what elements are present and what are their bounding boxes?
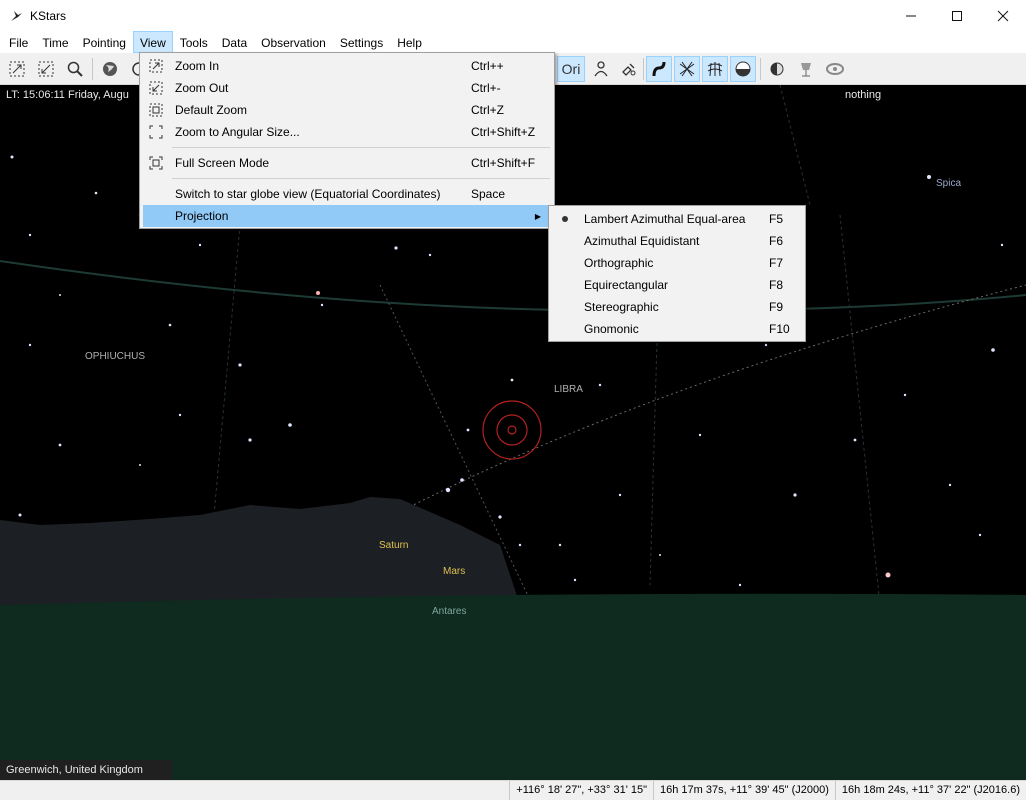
- menu-data[interactable]: Data: [215, 31, 254, 53]
- zoom-in-icon: [148, 58, 164, 74]
- menu-item-projection-orthographic[interactable]: Orthographic F7: [552, 252, 802, 274]
- zoom-fit-button[interactable]: [4, 56, 30, 82]
- altaz-coordinates: +116° 18' 27", +33° 31' 15": [509, 780, 653, 800]
- search-icon: [67, 61, 83, 77]
- zoom-angular-icon: [148, 124, 164, 140]
- toolbar-separator: [760, 58, 761, 80]
- equatorial-grid-button[interactable]: [674, 56, 700, 82]
- geographic-location-readout: Greenwich, United Kingdom: [0, 760, 172, 780]
- menu-separator: [172, 178, 550, 179]
- focus-object-readout: nothing: [845, 89, 882, 101]
- satellite-button[interactable]: [616, 56, 642, 82]
- projection-submenu: Lambert Azimuthal Equal-area F5 Azimutha…: [548, 205, 806, 342]
- menu-observation[interactable]: Observation: [254, 31, 333, 53]
- planet-label-saturn: Saturn: [379, 540, 409, 551]
- globe-icon: [103, 62, 117, 76]
- ori-label: Ori: [561, 61, 581, 77]
- menu-time[interactable]: Time: [35, 31, 75, 53]
- star-label-spica: Spica: [936, 178, 962, 189]
- menu-item-projection-azimuthal[interactable]: Azimuthal Equidistant F6: [552, 230, 802, 252]
- horizontal-grid-icon: [707, 62, 723, 77]
- toolbar-separator: [92, 58, 93, 80]
- galaxy-button[interactable]: [822, 56, 848, 82]
- view-menu: Zoom In Ctrl++ Zoom Out Ctrl+- Default Z…: [139, 52, 555, 229]
- observing-list-icon: [770, 62, 784, 76]
- telescope-button[interactable]: [793, 56, 819, 82]
- globe-button[interactable]: [97, 56, 123, 82]
- person-icon: [594, 61, 608, 77]
- menu-item-zoom-in[interactable]: Zoom In Ctrl++: [143, 55, 551, 77]
- menu-item-projection-lambert[interactable]: Lambert Azimuthal Equal-area F5: [552, 208, 802, 230]
- jnow-coordinates: 16h 18m 24s, +11° 37' 22" (J2016.6): [834, 780, 1026, 800]
- ground-button[interactable]: [730, 56, 756, 82]
- menu-pointing[interactable]: Pointing: [76, 31, 133, 53]
- menu-file[interactable]: File: [2, 31, 35, 53]
- constellation-label-libra: LIBRA: [554, 384, 583, 395]
- constellation-label-ophiuchus: OPHIUCHUS: [85, 351, 146, 362]
- planet-label-mars: Mars: [443, 566, 466, 577]
- galaxy-icon: [826, 63, 844, 75]
- equatorial-grid-icon: [679, 61, 695, 77]
- window-title: KStars: [30, 8, 67, 23]
- menu-item-projection-stereographic[interactable]: Stereographic F9: [552, 296, 802, 318]
- menu-separator: [172, 147, 550, 148]
- maximize-button[interactable]: [934, 0, 980, 31]
- milky-way-button[interactable]: [646, 56, 672, 82]
- zoom-default-icon: [148, 102, 164, 118]
- star-label-antares: Antares: [432, 606, 467, 617]
- menu-bar: File Time Pointing View Tools Data Obser…: [0, 31, 1026, 53]
- title-bar: KStars: [0, 0, 1026, 31]
- telescope-icon: [801, 63, 811, 77]
- zoom-out-icon: [148, 80, 164, 96]
- person-button[interactable]: [588, 56, 614, 82]
- submenu-arrow-icon: ▶: [534, 211, 541, 221]
- menu-view[interactable]: View: [132, 31, 173, 53]
- zoom-fit-icon: [9, 61, 25, 77]
- menu-item-default-zoom[interactable]: Default Zoom Ctrl+Z: [143, 99, 551, 121]
- j2000-coordinates: 16h 17m 37s, +11° 39' 45" (J2000): [653, 780, 835, 800]
- zoom-original-icon: [38, 61, 54, 77]
- zoom-original-button[interactable]: [33, 56, 59, 82]
- menu-item-zoom-out[interactable]: Zoom Out Ctrl+-: [143, 77, 551, 99]
- status-bar: +116° 18' 27", +33° 31' 15" 16h 17m 37s,…: [0, 780, 1026, 800]
- milky-way-icon: [652, 61, 666, 77]
- fullscreen-icon: [148, 155, 164, 171]
- toolbar-separator: [643, 58, 644, 80]
- menu-item-zoom-angular[interactable]: Zoom to Angular Size... Ctrl+Shift+Z: [143, 121, 551, 143]
- minimize-button[interactable]: [888, 0, 934, 31]
- focus-target-icon: [482, 400, 542, 460]
- menu-item-projection-gnomonic[interactable]: Gnomonic F10: [552, 318, 802, 340]
- menu-item-projection[interactable]: Projection ▶: [143, 205, 551, 227]
- minimize-icon: [906, 15, 916, 16]
- constellation-names-button[interactable]: Ori: [557, 56, 585, 82]
- menu-tools[interactable]: Tools: [173, 31, 215, 53]
- close-button[interactable]: [980, 0, 1026, 31]
- find-object-button[interactable]: [62, 56, 88, 82]
- satellite-icon: [622, 63, 636, 76]
- menu-settings[interactable]: Settings: [333, 31, 390, 53]
- close-icon: [997, 10, 1009, 21]
- menu-item-star-globe-view[interactable]: Switch to star globe view (Equatorial Co…: [143, 183, 551, 205]
- menu-help[interactable]: Help: [390, 31, 429, 53]
- maximize-icon: [952, 10, 962, 21]
- kstars-logo-icon: [8, 8, 24, 24]
- menu-item-full-screen[interactable]: Full Screen Mode Ctrl+Shift+F: [143, 152, 551, 174]
- ground-icon: [735, 61, 751, 77]
- observing-list-button[interactable]: [764, 56, 790, 82]
- radio-selected-icon: [562, 216, 568, 222]
- local-time-readout: LT: 15:06:11 Friday, Augu: [6, 89, 129, 101]
- horizontal-grid-button[interactable]: [702, 56, 728, 82]
- menu-item-projection-equirectangular[interactable]: Equirectangular F8: [552, 274, 802, 296]
